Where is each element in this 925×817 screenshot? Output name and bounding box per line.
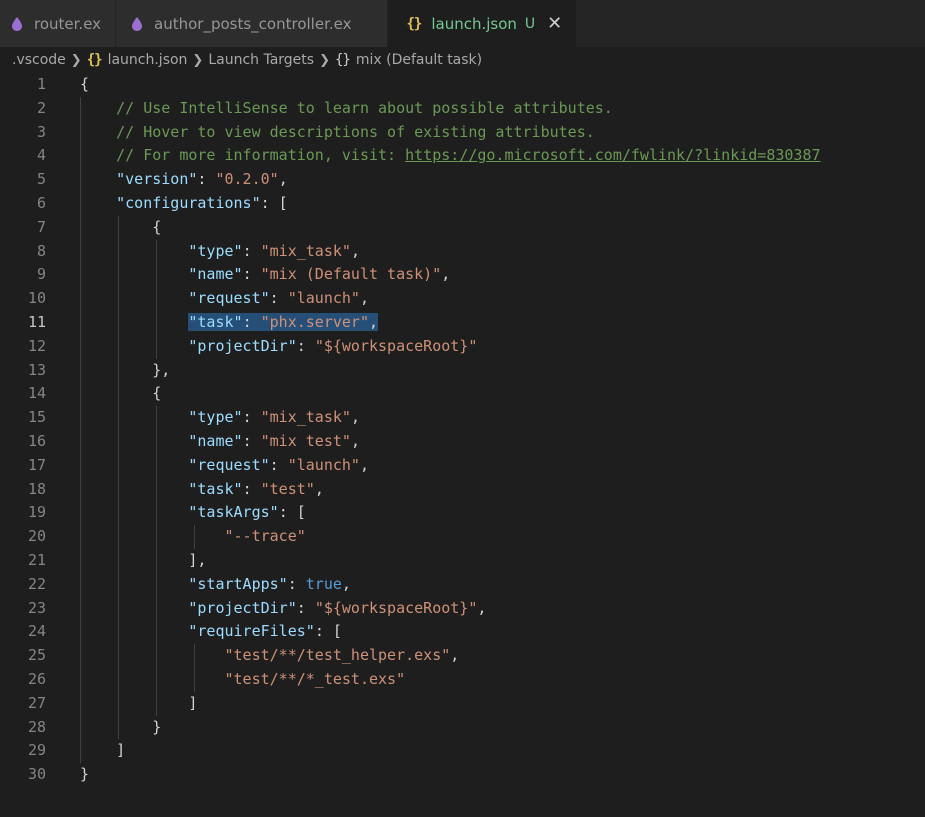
chevron-right-icon: ❯: [70, 52, 82, 68]
object-icon: {}: [335, 52, 351, 68]
code-line: }: [80, 717, 162, 736]
line-number: 20: [27, 527, 46, 546]
text-selection: "task": "phx.server",: [188, 313, 379, 331]
line-number: 21: [27, 551, 46, 569]
line-number: 29: [27, 741, 46, 760]
breadcrumb-section[interactable]: Launch Targets: [208, 52, 314, 68]
code-line: {: [80, 384, 162, 403]
chevron-right-icon: ❯: [192, 52, 204, 68]
line-number: 22: [27, 574, 46, 593]
line-number: 23: [27, 598, 46, 617]
code-line: "task": "test",: [188, 479, 324, 498]
elixir-drop-icon: [132, 16, 143, 31]
line-number: 3: [36, 122, 46, 141]
code-line: "taskArgs": [: [188, 503, 306, 522]
docs-link[interactable]: https://go.microsoft.com/fwlink/?linkid=…: [405, 146, 820, 164]
code-editor[interactable]: 1 2 3 4 5 6 7 8 9 10 11 12 13 14 15 16 1…: [0, 73, 925, 817]
tab-router-ex[interactable]: router.ex: [0, 0, 117, 47]
line-number: 15: [27, 408, 46, 427]
line-number: 30: [27, 765, 46, 784]
code-line: "--trace": [224, 527, 306, 546]
line-number-current: 11: [27, 313, 46, 331]
code-line: "configurations": [: [116, 194, 288, 212]
line-number: 19: [27, 503, 46, 522]
line-number: 8: [36, 241, 46, 260]
line-number: 5: [36, 170, 46, 189]
tab-launch-json[interactable]: {} launch.json U ✕: [388, 0, 578, 47]
code-line: {: [80, 75, 90, 93]
tab-author-posts-controller-ex[interactable]: author_posts_controller.ex: [116, 0, 389, 47]
breadcrumb: .vscode ❯ {} launch.json ❯ Launch Target…: [0, 47, 925, 73]
editor-tab-bar: router.ex author_posts_controller.ex {} …: [0, 0, 925, 47]
code-line: "requireFiles": [: [188, 622, 342, 641]
code-line: "startApps": true,: [188, 574, 351, 593]
line-number: 4: [36, 146, 46, 165]
code-line: "type": "mix_task",: [188, 241, 360, 260]
line-number: 1: [36, 75, 46, 93]
chevron-right-icon: ❯: [319, 52, 330, 68]
breadcrumb-item[interactable]: mix (Default task): [356, 52, 482, 68]
code-line: // Use IntelliSense to learn about possi…: [116, 98, 613, 117]
code-line: "request": "launch",: [188, 289, 369, 308]
line-number: 7: [36, 217, 46, 236]
line-number: 25: [27, 646, 46, 665]
code-line: ]: [80, 741, 126, 760]
code-line: "type": "mix_task",: [188, 408, 360, 427]
breadcrumb-file[interactable]: launch.json: [108, 52, 188, 68]
code-line: "projectDir": "${workspaceRoot}",: [188, 598, 487, 617]
line-number: 26: [27, 670, 46, 688]
code-line: },: [80, 360, 171, 379]
code-line: "test/**/test_helper.exs",: [224, 646, 460, 665]
line-number: 2: [36, 98, 46, 117]
json-braces-icon: {}: [406, 15, 422, 32]
code-line: }: [80, 765, 90, 784]
line-number: 18: [27, 479, 46, 498]
code-line: "name": "mix test",: [188, 432, 360, 450]
code-line: "projectDir": "${workspaceRoot}": [188, 336, 478, 355]
line-number: 14: [27, 384, 46, 403]
line-number: 17: [27, 455, 46, 474]
line-number: 10: [27, 289, 46, 308]
line-number: 12: [27, 336, 46, 355]
untracked-status-badge: U: [524, 15, 536, 32]
line-number: 24: [27, 622, 46, 641]
line-number: 27: [27, 693, 46, 712]
code-line: // Hover to view descriptions of existin…: [116, 122, 595, 141]
line-number: 13: [27, 360, 46, 379]
tab-label: router.ex: [34, 14, 102, 33]
code-line: {: [80, 217, 162, 236]
tab-label: launch.json: [431, 14, 517, 33]
code-line: "name": "mix (Default task)",: [188, 265, 451, 284]
code-line-selected: "task": "phx.server",: [80, 311, 379, 335]
line-number: 28: [27, 717, 46, 736]
breadcrumb-folder[interactable]: .vscode: [12, 52, 66, 68]
elixir-drop-icon: [12, 16, 22, 31]
code-line: // For more information, visit: https://…: [116, 146, 821, 165]
code-line: "version": "0.2.0",: [116, 170, 288, 189]
json-braces-icon: {}: [86, 52, 103, 68]
code-line: ]: [80, 693, 198, 712]
code-line: "test/**/*_test.exs": [224, 670, 406, 688]
line-number: 6: [36, 194, 46, 212]
code-line: "request": "launch",: [188, 455, 369, 474]
tab-label: author_posts_controller.ex: [154, 14, 352, 33]
line-number: 16: [27, 432, 46, 450]
code-line: ],: [80, 551, 207, 569]
close-icon[interactable]: ✕: [547, 14, 562, 33]
line-number: 9: [36, 265, 46, 284]
